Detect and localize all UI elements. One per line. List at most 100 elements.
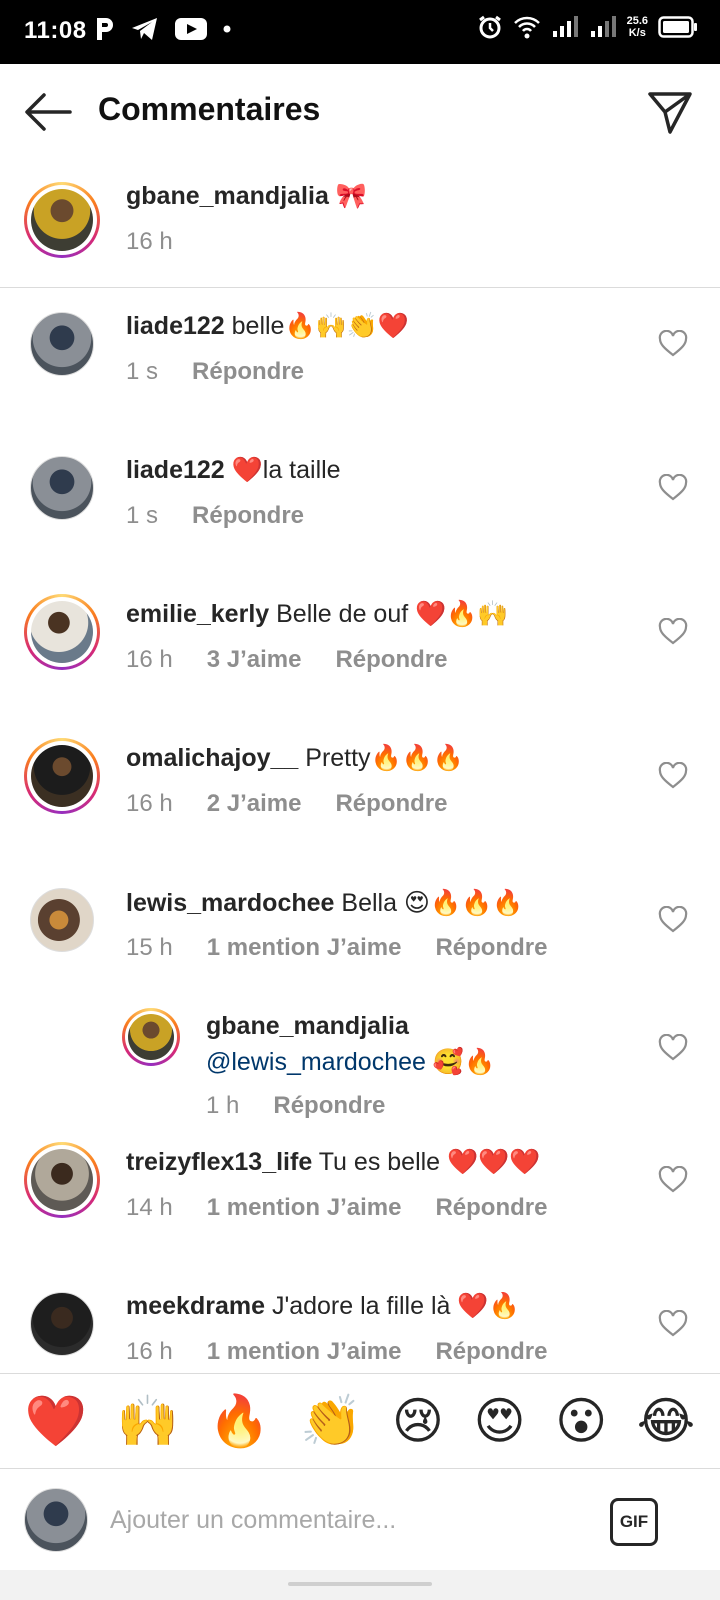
likes-count[interactable]: 2 J’aime: [207, 790, 302, 818]
caption-time: 16 h: [126, 228, 173, 255]
emoji-raised-hands-button[interactable]: 🙌: [117, 1393, 179, 1449]
reply-item: gbane_mandjalia @lewis_mardochee 🥰🔥 1 h R…: [0, 1008, 720, 1128]
reply-button[interactable]: Répondre: [435, 1338, 547, 1366]
reply-mention[interactable]: @lewis_mardochee: [206, 1048, 426, 1076]
emoji-crying-button[interactable]: 😢: [392, 1393, 444, 1449]
alarm-icon: [478, 15, 501, 39]
network-speed-unit: K/s: [628, 27, 646, 39]
network-speed-value: 25.6: [626, 15, 648, 27]
comment-time: 16 h: [126, 1338, 173, 1365]
gesture-handle[interactable]: [288, 1582, 432, 1586]
comment-text: ❤️la taille: [231, 456, 341, 484]
comment-item: liade122 ❤️la taille 1 s Répondre: [0, 456, 720, 596]
comment-input[interactable]: [110, 1500, 570, 1540]
like-heart-icon[interactable]: [658, 906, 688, 934]
my-avatar: [24, 1488, 88, 1552]
post-caption: gbane_mandjalia 🎀 16 h: [0, 170, 720, 288]
page-title: Commentaires: [98, 91, 321, 127]
like-heart-icon[interactable]: [658, 1310, 688, 1338]
telegram-icon: [132, 18, 157, 40]
comment-text: Belle de ouf ❤️🔥🙌: [276, 600, 509, 628]
share-send-icon[interactable]: [646, 88, 694, 136]
likes-count[interactable]: 1 mention J’aime: [207, 1194, 402, 1222]
comment-time: 16 h: [126, 790, 173, 817]
comment-username[interactable]: omalichajoy__: [126, 744, 298, 772]
comment-username[interactable]: emilie_kerly: [126, 600, 269, 628]
comment-text: Tu es belle ❤️❤️❤️: [318, 1148, 541, 1176]
network-speed: 25.6 K/s: [627, 15, 648, 39]
comment-item: lewis_mardochee Bella 😍🔥🔥🔥 15 h 1 mention…: [0, 888, 720, 1028]
parking-app-icon: [97, 18, 113, 40]
like-heart-icon[interactable]: [658, 618, 688, 646]
comment-username[interactable]: treizyflex13_life: [126, 1148, 312, 1176]
comment-avatar[interactable]: [30, 312, 94, 376]
comment-username[interactable]: liade122: [126, 456, 225, 484]
comment-avatar[interactable]: [24, 594, 100, 670]
like-heart-icon[interactable]: [658, 1034, 688, 1062]
emoji-clap-button[interactable]: 👏: [300, 1393, 362, 1449]
like-heart-icon[interactable]: [658, 330, 688, 358]
comment-avatar[interactable]: [30, 456, 94, 520]
comment-username[interactable]: meekdrame: [126, 1292, 265, 1320]
emoji-heart-eyes-button[interactable]: 😍: [474, 1393, 526, 1449]
reply-button[interactable]: Répondre: [273, 1092, 385, 1120]
comment-username[interactable]: lewis_mardochee: [126, 889, 334, 917]
caption-username[interactable]: gbane_mandjalia: [126, 182, 329, 210]
signal-1-icon: [552, 16, 578, 37]
status-bar: 11:08 25.6 K/s: [0, 0, 720, 64]
likes-count[interactable]: 1 mention J’aime: [207, 1338, 402, 1366]
comment-avatar[interactable]: [30, 888, 94, 952]
comment-item: liade122 belle🔥🙌👏❤️ 1 s Répondre: [0, 312, 720, 452]
comment-avatar[interactable]: [30, 1292, 94, 1356]
comment-item: omalichajoy__ Pretty🔥🔥🔥 16 h 2 J’aime Répo…: [0, 738, 720, 884]
back-arrow-icon[interactable]: [22, 90, 74, 134]
status-time: 11:08: [24, 17, 87, 44]
comment-time: 15 h: [126, 934, 173, 961]
reply-text: 🥰🔥: [432, 1048, 496, 1076]
like-heart-icon[interactable]: [658, 762, 688, 790]
emoji-surprised-button[interactable]: 😮: [555, 1393, 607, 1449]
reply-button[interactable]: Répondre: [335, 646, 447, 674]
wifi-icon: [513, 16, 540, 39]
caption-avatar[interactable]: [24, 182, 100, 258]
comment-time: 1 s: [126, 358, 159, 385]
comment-time: 1 s: [126, 502, 159, 529]
likes-count[interactable]: 3 J’aime: [207, 646, 302, 674]
battery-icon: [658, 16, 697, 38]
like-heart-icon[interactable]: [658, 474, 688, 502]
comment-text: Pretty🔥🔥🔥: [305, 744, 464, 772]
comment-avatar[interactable]: [24, 738, 100, 814]
emoji-fire-button[interactable]: 🔥: [208, 1393, 270, 1449]
comment-item: treizyflex13_life Tu es belle ❤️❤️❤️ 14 …: [0, 1142, 720, 1288]
like-heart-icon[interactable]: [658, 1166, 688, 1194]
comment-time: 14 h: [126, 1194, 173, 1221]
more-notifications-dot-icon: [223, 25, 231, 33]
comment-text: Bella 😍🔥🔥🔥: [341, 889, 524, 917]
reply-avatar[interactable]: [122, 1008, 180, 1066]
comment-text: J'adore la fille là ❤️🔥: [271, 1292, 520, 1320]
reply-button[interactable]: Répondre: [435, 934, 547, 962]
emoji-reaction-bar: ❤️ 🙌 🔥 👏 😢 😍 😮 😂: [0, 1373, 720, 1469]
reply-time: 1 h: [206, 1092, 240, 1119]
youtube-icon: [175, 18, 207, 40]
reply-button[interactable]: Répondre: [335, 790, 447, 818]
likes-count[interactable]: 1 mention J’aime: [207, 934, 402, 962]
navigation-gesture-bar: [0, 1570, 720, 1600]
reply-button[interactable]: Répondre: [192, 502, 304, 530]
emoji-heart-button[interactable]: ❤️: [25, 1393, 87, 1449]
comment-time: 16 h: [126, 646, 173, 673]
comment-item: meekdrame J'adore la fille là ❤️🔥 16 h 1 …: [0, 1292, 720, 1372]
comments-header: Commentaires: [0, 64, 720, 160]
caption-text: 🎀: [335, 182, 367, 210]
reply-button[interactable]: Répondre: [192, 358, 304, 386]
comment-avatar[interactable]: [24, 1142, 100, 1218]
comment-text: belle🔥🙌👏❤️: [231, 312, 409, 340]
reply-button[interactable]: Répondre: [435, 1194, 547, 1222]
notification-icons: [94, 16, 232, 42]
gif-button[interactable]: GIF: [610, 1498, 658, 1546]
emoji-laughing-button[interactable]: 😂: [637, 1393, 695, 1449]
comment-username[interactable]: liade122: [126, 312, 225, 340]
comment-item: emilie_kerly Belle de ouf ❤️🔥🙌 16 h 3 J’a…: [0, 594, 720, 740]
reply-username[interactable]: gbane_mandjalia: [206, 1012, 409, 1040]
system-icons: 25.6 K/s: [477, 14, 698, 40]
